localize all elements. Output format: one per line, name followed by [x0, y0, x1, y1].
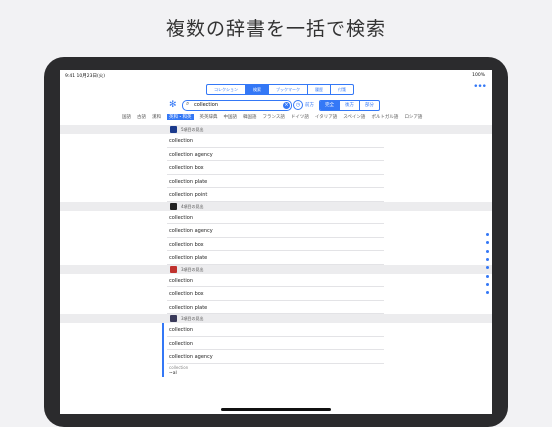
- dictionary-icon: [170, 202, 177, 210]
- result-row[interactable]: collection point: [60, 188, 492, 202]
- dictionary-section-header: 3項目の見出: [60, 264, 492, 274]
- dictionary-section-label: 4項目の見出: [181, 203, 204, 209]
- search-input[interactable]: collection: [194, 102, 218, 108]
- clear-icon[interactable]: ×: [283, 102, 290, 109]
- search-mode-segment: 完全 後方 部分: [319, 100, 380, 111]
- result-row[interactable]: collection plate: [60, 175, 492, 188]
- scroll-index-dot[interactable]: [486, 249, 489, 253]
- scroll-index-dot[interactable]: [486, 233, 489, 236]
- language-tab-1[interactable]: 古語: [137, 114, 146, 120]
- tab-4[interactable]: 付箋: [331, 85, 353, 94]
- language-tab-12[interactable]: ロシア語: [404, 114, 422, 120]
- result-row[interactable]: collection: [60, 211, 492, 224]
- scroll-index-dot[interactable]: [486, 257, 489, 261]
- result-row[interactable]: collection box: [60, 161, 492, 175]
- language-tab-3[interactable]: 英和・和英: [167, 114, 194, 120]
- home-indicator: [221, 408, 331, 411]
- app-screen: 9:41 10月23日(火) 100% コレクション 検索 ブックマーク 履歴 付箋 •…: [60, 70, 492, 414]
- language-tab-8[interactable]: ドイツ語: [291, 114, 309, 120]
- result-text: collection agency: [169, 354, 213, 360]
- result-row[interactable]: collection plate: [60, 301, 492, 314]
- more-icon[interactable]: •••: [473, 82, 487, 92]
- language-tab-5[interactable]: 中国語: [224, 114, 238, 120]
- headline: 複数の辞書を一括で検索: [165, 18, 386, 40]
- dictionary-section-label: 3項目の見出: [181, 316, 204, 321]
- language-tab-6[interactable]: 韓国語: [243, 114, 257, 120]
- result-row[interactable]: collection: [60, 323, 492, 337]
- tab-bar: コレクション 検索 ブックマーク 履歴 付箋: [206, 84, 354, 95]
- result-row[interactable]: collection: [60, 336, 492, 350]
- tab-3[interactable]: 履歴: [308, 85, 331, 94]
- language-bar: 国語 古語 漢和 英和・和英 英英辞典 中国語 韓国語 フランス語 ドイツ語 イタリア語 スペイン語…: [122, 114, 422, 120]
- result-row[interactable]: collection agency: [60, 148, 492, 161]
- dictionary-section-header: 4項目の見出: [60, 201, 492, 211]
- result-text: collection box: [169, 291, 204, 297]
- result-text: collection: [169, 138, 193, 144]
- result-text: collection agency: [169, 228, 213, 234]
- search-icon: ⌕: [186, 100, 190, 107]
- result-row[interactable]: collection agency: [60, 224, 492, 238]
- result-text: collection plate: [169, 304, 208, 311]
- result-text: collection point: [169, 192, 208, 198]
- dictionary-icon: [170, 265, 177, 273]
- dictionary-section-header: 5項目の見出: [60, 125, 492, 134]
- result-text: collection: [169, 214, 193, 221]
- result-row[interactable]: collection: [60, 134, 492, 148]
- result-text: collection agency: [169, 151, 213, 158]
- result-text: collection box: [169, 165, 204, 171]
- search-box[interactable]: ⌕ collection ×: [182, 100, 292, 111]
- status-time: 9:41 10月23日(火): [65, 74, 105, 79]
- tab-2[interactable]: ブックマーク: [269, 85, 308, 94]
- result-row[interactable]: collection: [60, 274, 492, 287]
- selection-bar: [162, 323, 164, 337]
- result-row[interactable]: collection ~al: [60, 363, 492, 377]
- language-tab-2[interactable]: 漢和: [152, 114, 161, 120]
- result-text: collection: [169, 364, 189, 370]
- status-bar: 9:41 10月23日(火) 100%: [60, 70, 492, 80]
- language-tab-9[interactable]: イタリア語: [315, 114, 337, 120]
- result-text: collection plate: [169, 178, 208, 185]
- result-text: collection: [169, 340, 193, 347]
- search-mode-0[interactable]: 完全: [320, 101, 340, 110]
- dictionary-icon: [170, 315, 177, 322]
- result-row[interactable]: collection box: [60, 287, 492, 301]
- result-list: 5項目の見出 collection collection agency collect…: [60, 125, 492, 377]
- result-text: collection: [169, 277, 193, 284]
- scroll-index-dot[interactable]: [486, 282, 489, 286]
- language-tab-0[interactable]: 国語: [122, 114, 131, 120]
- result-row[interactable]: collection plate: [60, 251, 492, 265]
- result-text: collection box: [169, 241, 204, 248]
- status-battery: 100%: [472, 73, 485, 78]
- tab-0[interactable]: コレクション: [207, 85, 246, 94]
- dictionary-section-label: 3項目の見出: [181, 266, 204, 272]
- scroll-index-dot[interactable]: [486, 274, 489, 278]
- search-mode-1[interactable]: 後方: [340, 101, 360, 110]
- settings-snowflake-icon[interactable]: ✻: [169, 100, 177, 110]
- tab-1[interactable]: 検索: [246, 85, 269, 94]
- result-row[interactable]: collection agency: [60, 350, 492, 364]
- dictionary-icon: [170, 126, 177, 133]
- result-row[interactable]: collection box: [60, 238, 492, 251]
- selection-bar: [162, 350, 164, 364]
- result-subtext: ~al: [169, 370, 177, 376]
- result-text: collection plate: [169, 255, 208, 261]
- selection-bar: [162, 363, 164, 377]
- language-tab-11[interactable]: ポルトガル語: [371, 114, 398, 120]
- dictionary-section-label: 5項目の見出: [181, 127, 204, 132]
- language-tab-7[interactable]: フランス語: [263, 114, 285, 120]
- clock-icon[interactable]: ◷: [293, 100, 303, 110]
- mode-label: 前方: [305, 103, 314, 108]
- selection-bar: [162, 336, 164, 350]
- search-mode-2[interactable]: 部分: [360, 101, 379, 110]
- dictionary-section-header: 3項目の見出: [60, 314, 492, 323]
- language-tab-10[interactable]: スペイン語: [343, 114, 365, 120]
- language-tab-4[interactable]: 英英辞典: [200, 114, 218, 120]
- result-text: collection: [169, 327, 193, 333]
